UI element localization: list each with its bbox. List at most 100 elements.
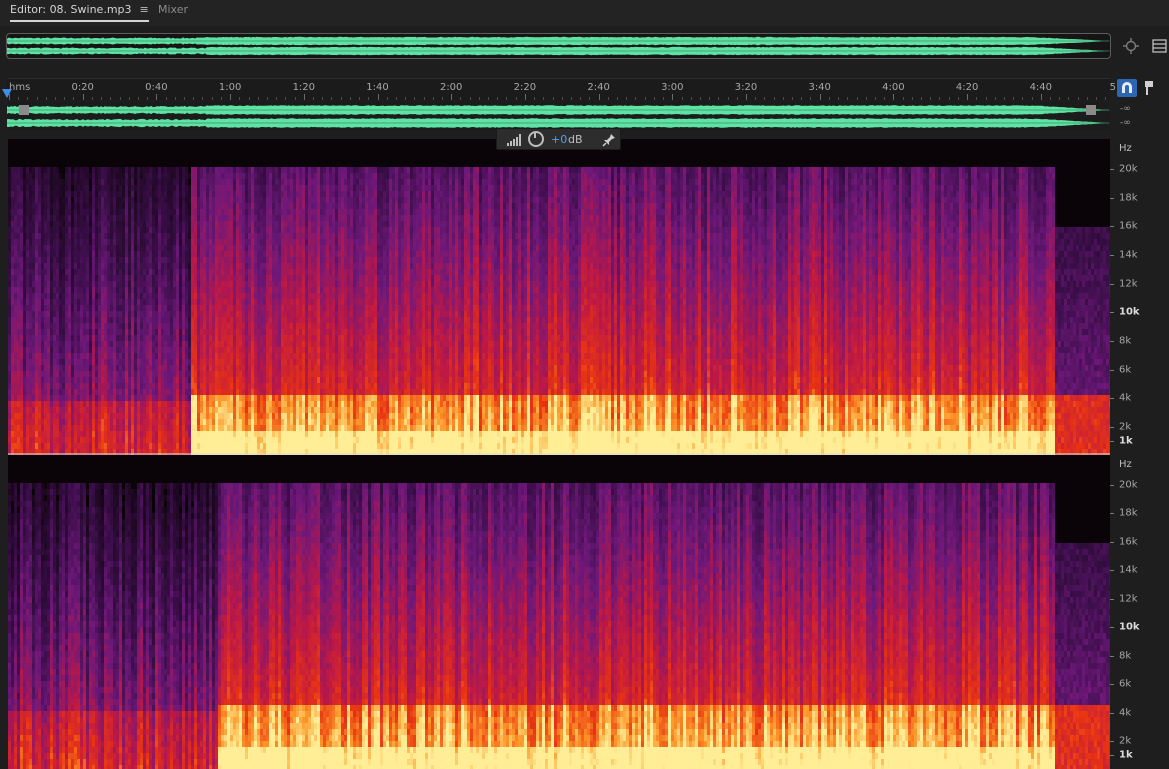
gain-hud[interactable]: +0 dB <box>496 128 621 150</box>
frequency-tick <box>1110 427 1114 428</box>
ruler-tick-label: 0:20 <box>71 82 93 93</box>
ruler-tick <box>359 97 361 100</box>
ruler-tick <box>220 97 222 100</box>
frequency-tick-label: 20k <box>1119 480 1138 491</box>
ruler-tick-label: 4:00 <box>882 82 904 93</box>
ruler-tick <box>137 97 139 100</box>
frequency-tick <box>1110 684 1114 686</box>
ruler-tick <box>294 97 296 100</box>
ruler-tick <box>322 97 324 100</box>
ruler-tick <box>847 97 849 100</box>
pin-icon[interactable] <box>601 132 617 148</box>
tab-mixer[interactable]: Mixer <box>158 3 188 17</box>
frequency-tick <box>1110 541 1114 543</box>
frequency-tick <box>1110 197 1114 199</box>
ruler-tick <box>957 97 959 100</box>
ruler-tick-label: 3:40 <box>808 82 830 93</box>
ruler-tick <box>801 97 803 100</box>
ruler-tick <box>101 97 103 100</box>
ruler-tick <box>405 97 407 100</box>
frequency-tick-label: 20k <box>1119 164 1138 175</box>
ruler-tick <box>672 94 674 100</box>
ruler-tick <box>819 94 821 100</box>
ruler-tick <box>73 97 75 100</box>
ruler-tick <box>607 97 609 100</box>
ruler-tick <box>948 97 950 100</box>
tab-editor[interactable]: Editor: 08. Swine.mp3 ≡ <box>10 3 149 22</box>
ruler-tick <box>239 97 241 100</box>
ruler-tick <box>432 97 434 100</box>
frequency-tick <box>1110 485 1114 486</box>
playhead-marker[interactable] <box>2 89 12 98</box>
ruler-tick <box>349 97 351 100</box>
ruler-unit-label: hms <box>9 82 30 93</box>
magnet-icon[interactable] <box>1117 79 1137 97</box>
ruler-tick <box>515 97 517 100</box>
fade-in-handle[interactable] <box>19 105 29 115</box>
spectrogram-right <box>8 455 1110 769</box>
frequency-tick-label: 16k <box>1119 221 1138 232</box>
frequency-unit-label: Hz <box>1119 143 1132 154</box>
ruler-tick <box>635 97 637 100</box>
panel-menu-icon[interactable] <box>1151 37 1169 55</box>
channel-waveform-strip[interactable] <box>7 102 1110 130</box>
ruler-tick <box>506 97 508 100</box>
time-ruler[interactable]: hms 0:20 0:40 1:00 1:20 1:40 2:00 2:20 2:40 3:00… <box>7 78 1119 100</box>
ruler-tick <box>874 97 876 100</box>
ruler-tick <box>488 97 490 100</box>
ruler-tick-label: 3:00 <box>661 82 683 93</box>
ruler-tick <box>193 97 195 100</box>
ruler-tick <box>727 97 729 100</box>
spectrogram-left <box>8 139 1110 455</box>
ruler-tick <box>1059 97 1061 100</box>
ruler-tick <box>331 97 333 100</box>
ruler-tick <box>395 97 397 100</box>
gain-knob-icon[interactable] <box>528 131 544 147</box>
fade-out-handle[interactable] <box>1086 105 1096 115</box>
ruler-tick <box>377 94 379 100</box>
ruler-tick <box>1068 97 1070 100</box>
frequency-tick-label: 6k <box>1119 364 1131 375</box>
ruler-tick <box>414 97 416 100</box>
tab-editor-label: Editor: 08. Swine.mp3 <box>10 3 132 16</box>
tab-editor-menu-icon[interactable]: ≡ <box>140 3 149 17</box>
ruler-tick <box>773 97 775 100</box>
ruler-tick-label: 1:00 <box>219 82 241 93</box>
ruler-tick <box>828 97 830 100</box>
marker-pin-icon[interactable] <box>1142 79 1156 97</box>
gain-value[interactable]: +0 <box>551 133 567 146</box>
ruler-tick <box>1077 97 1079 100</box>
ruler-tick <box>736 97 738 100</box>
crosshair-zoom-icon[interactable] <box>1122 37 1140 55</box>
ruler-tick <box>976 97 978 100</box>
frequency-tick-label: 14k <box>1119 565 1138 576</box>
ruler-tick <box>930 97 932 100</box>
frequency-tick-label: 10k <box>1119 622 1140 633</box>
frequency-tick-label: 4k <box>1119 393 1131 404</box>
ruler-tick <box>423 97 425 100</box>
ruler-tick <box>248 97 250 100</box>
ruler-tick <box>1040 94 1042 100</box>
ruler-tick <box>617 97 619 100</box>
spectral-display-left-channel[interactable] <box>8 139 1110 455</box>
overview-waveform[interactable] <box>6 33 1111 59</box>
spectral-display-right-channel[interactable] <box>8 455 1110 769</box>
frequency-tick <box>1110 169 1114 170</box>
ruler-tick <box>755 97 757 100</box>
ruler-tick <box>386 97 388 100</box>
ruler-tick <box>1050 97 1051 100</box>
ruler-tick-label: 2:00 <box>440 82 462 93</box>
ruler-tick <box>174 97 176 100</box>
frequency-tick <box>1110 441 1114 442</box>
ruler-tick <box>451 94 453 100</box>
frequency-tick <box>1110 226 1114 228</box>
ruler-tick <box>994 97 996 100</box>
ruler-tick <box>497 97 499 100</box>
mini-waveform-graphic <box>7 105 1110 128</box>
ruler-tick <box>856 97 858 100</box>
ruler-tick <box>266 97 268 100</box>
ruler-tick <box>202 97 204 100</box>
frequency-tick <box>1110 598 1114 600</box>
frequency-tick-label: 2k <box>1119 422 1131 433</box>
ruler-tick-label: 3:20 <box>735 82 757 93</box>
